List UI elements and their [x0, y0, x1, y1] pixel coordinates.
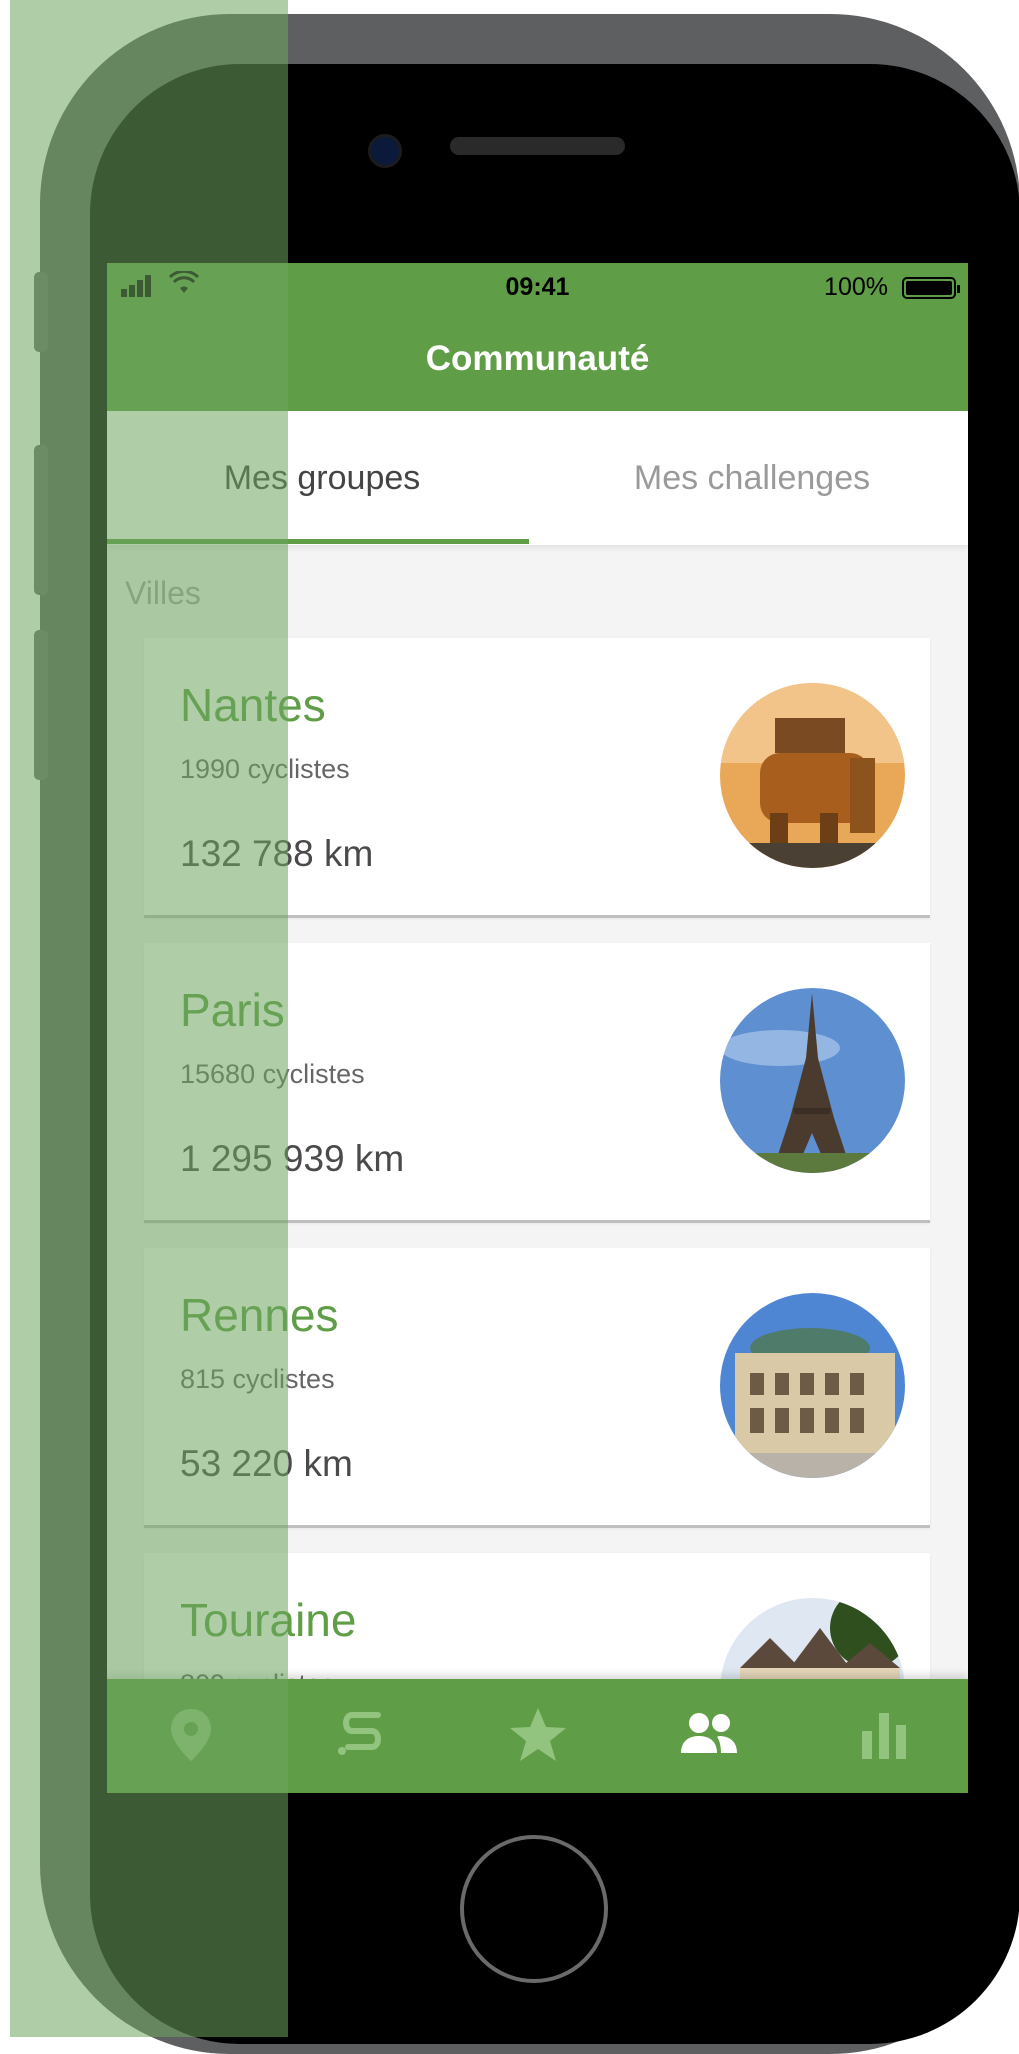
page-title: Communauté — [425, 339, 650, 378]
volume-down-button — [34, 630, 48, 780]
map-pin-icon[interactable] — [159, 1703, 223, 1767]
battery-percentage: 100% — [824, 273, 888, 301]
group-riders: 15680 cyclistes — [180, 1059, 365, 1089]
status-bar: 09:41 100% — [107, 263, 968, 323]
volume-up-button — [34, 445, 48, 595]
group-riders: 815 cyclistes — [180, 1364, 335, 1394]
group-photo-opera — [720, 1293, 905, 1478]
stats-icon[interactable] — [852, 1703, 916, 1767]
section-title: Villes — [125, 575, 201, 611]
group-photo-elephant — [720, 683, 905, 868]
group-name: Rennes — [180, 1289, 339, 1341]
community-icon[interactable] — [677, 1703, 741, 1767]
active-tab-indicator — [107, 539, 529, 544]
group-name: Touraine — [180, 1594, 357, 1646]
home-button[interactable] — [460, 1835, 608, 1983]
group-photo-eiffel-tower — [720, 988, 905, 1173]
group-distance: 53 220 km — [180, 1443, 353, 1484]
group-name: Paris — [180, 984, 285, 1036]
app-header: 09:41 100% Communauté — [107, 263, 968, 411]
app-screen: 09:41 100% Communauté Mes groupes Mes ch… — [107, 263, 968, 1793]
group-riders: 1990 cyclistes — [180, 754, 350, 784]
mute-switch — [34, 272, 48, 352]
front-camera — [368, 134, 402, 168]
star-icon[interactable] — [506, 1703, 570, 1767]
tab-strip: Mes groupes Mes challenges — [107, 411, 968, 545]
group-card-rennes[interactable]: Rennes 815 cyclistes 53 220 km — [144, 1248, 930, 1528]
group-name: Nantes — [180, 679, 326, 731]
route-icon[interactable] — [330, 1703, 394, 1767]
tab-mes-groupes[interactable]: Mes groupes — [107, 411, 537, 545]
group-distance: 1 295 939 km — [180, 1138, 405, 1179]
group-distance: 132 788 km — [180, 833, 374, 874]
tab-mes-challenges[interactable]: Mes challenges — [537, 411, 967, 545]
group-card-nantes[interactable]: Nantes 1990 cyclistes 132 788 km — [144, 638, 930, 918]
battery-icon — [902, 277, 960, 299]
group-card-paris[interactable]: Paris 15680 cyclistes 1 295 939 km — [144, 943, 930, 1223]
bottom-tab-bar — [107, 1679, 968, 1793]
earpiece-speaker — [450, 137, 625, 155]
